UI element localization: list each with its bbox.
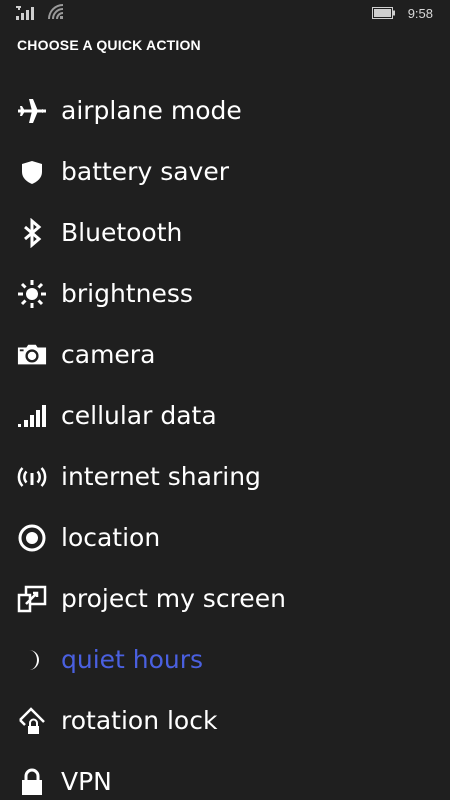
action-internet-sharing[interactable]: internet sharing [0, 446, 450, 507]
action-label: location [61, 523, 161, 552]
status-time: 9:58 [407, 5, 433, 21]
signal-bars-icon [17, 401, 47, 431]
broadcast-icon [17, 462, 47, 492]
action-rotation-lock[interactable]: rotation lock [0, 690, 450, 751]
action-label: rotation lock [61, 706, 218, 735]
bluetooth-icon [17, 217, 47, 248]
action-vpn[interactable]: VPN [0, 751, 450, 800]
status-left [16, 4, 64, 20]
action-label: project my screen [61, 584, 286, 613]
action-project-my-screen[interactable]: project my screen [0, 568, 450, 629]
action-battery-saver[interactable]: battery saver [0, 141, 450, 202]
quick-action-screen: 9:58 CHOOSE A QUICK ACTION airplane mode [0, 0, 450, 800]
action-label: cellular data [61, 401, 217, 430]
rotation-lock-icon [17, 706, 47, 736]
status-right: 9:58 [371, 3, 433, 23]
action-label: internet sharing [61, 462, 261, 491]
airplane-icon [17, 96, 47, 126]
action-location[interactable]: location [0, 507, 450, 568]
action-label: battery saver [61, 157, 229, 186]
action-cellular-data[interactable]: cellular data [0, 385, 450, 446]
action-label: Bluetooth [61, 218, 183, 247]
action-bluetooth[interactable]: Bluetooth [0, 202, 450, 263]
action-camera[interactable]: camera [0, 324, 450, 385]
project-screen-icon [17, 584, 47, 614]
shield-icon [17, 157, 47, 187]
status-bar: 9:58 [0, 0, 450, 26]
action-label: quiet hours [61, 645, 204, 674]
action-label: brightness [61, 279, 193, 308]
brightness-icon [17, 279, 47, 309]
action-label: VPN [61, 767, 112, 796]
moon-icon [17, 645, 47, 675]
action-quiet-hours[interactable]: quiet hours [0, 629, 450, 690]
location-icon [17, 523, 47, 553]
battery-icon [371, 7, 396, 19]
lock-icon [17, 767, 47, 797]
action-brightness[interactable]: brightness [0, 263, 450, 324]
action-label: camera [61, 340, 156, 369]
camera-icon [17, 340, 47, 370]
cellular-signal-icon [16, 4, 38, 20]
action-label: airplane mode [61, 96, 242, 125]
page-title: CHOOSE A QUICK ACTION [17, 37, 201, 53]
action-airplane-mode[interactable]: airplane mode [0, 80, 450, 141]
wifi-icon [48, 4, 64, 20]
